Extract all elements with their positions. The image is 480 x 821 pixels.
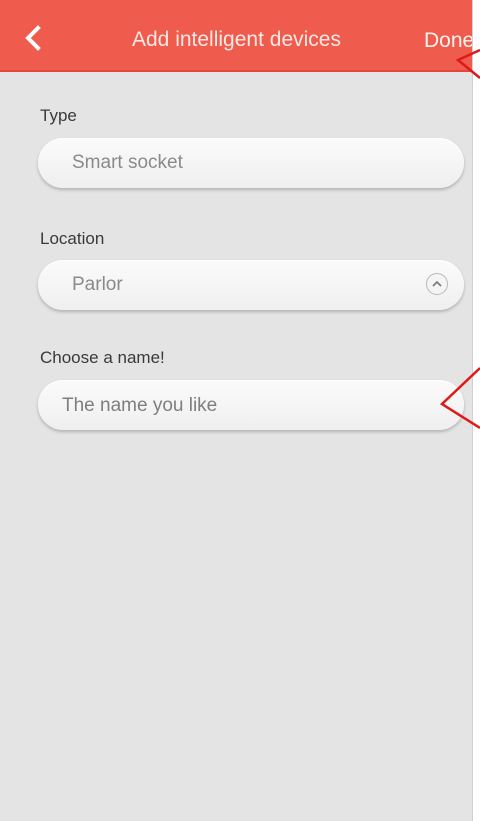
chevron-left-icon	[18, 20, 50, 56]
back-button[interactable]	[18, 20, 50, 56]
location-dropdown[interactable]: Parlor	[38, 260, 464, 310]
chevron-up-icon[interactable]	[426, 273, 448, 295]
done-button[interactable]: Done	[424, 0, 472, 72]
app-screen: Add intelligent devices Done Type Smart …	[0, 0, 473, 821]
type-value: Smart socket	[72, 152, 183, 173]
name-field[interactable]	[38, 380, 464, 432]
page-title: Add intelligent devices	[132, 28, 341, 51]
location-value: Parlor	[72, 274, 123, 295]
name-label: Choose a name!	[40, 348, 165, 367]
top-app-bar: Add intelligent devices Done	[0, 0, 472, 72]
type-label: Type	[40, 106, 77, 125]
location-label: Location	[40, 229, 105, 248]
name-input[interactable]	[60, 380, 444, 432]
type-field[interactable]: Smart socket	[38, 138, 464, 188]
